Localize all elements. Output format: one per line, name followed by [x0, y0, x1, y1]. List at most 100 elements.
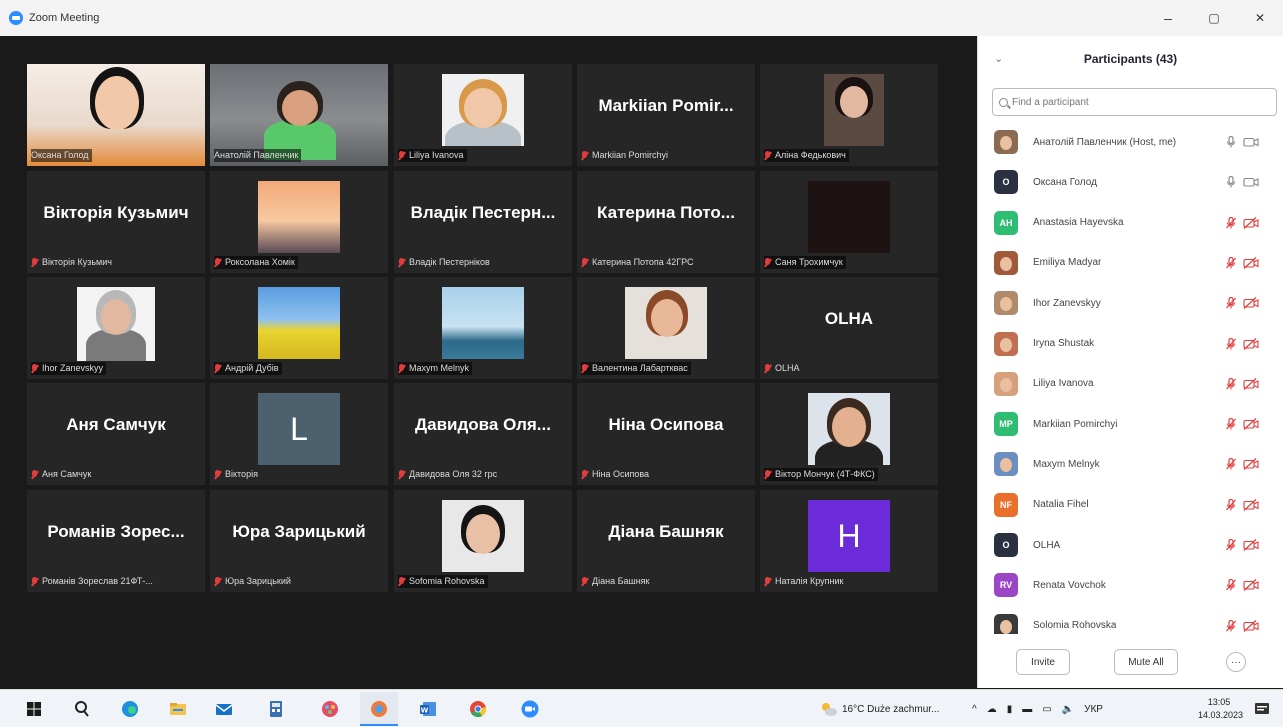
participant-row[interactable]: RV Renata Vovchok [978, 565, 1283, 605]
video-tile[interactable]: Саня Трохимчук [760, 171, 938, 273]
video-tile[interactable]: Діана Башняк Діана Башняк [577, 490, 755, 592]
mic-muted-icon[interactable] [1225, 619, 1237, 632]
video-tile[interactable]: OLHA OLHA [760, 277, 938, 379]
mic-muted-icon[interactable] [1225, 337, 1237, 350]
participant-name-label: Анатолій Павленчик [214, 149, 302, 162]
mic-muted-icon[interactable] [1225, 297, 1237, 309]
edge-browser-icon[interactable] [120, 699, 140, 719]
invite-button[interactable]: Invite [1016, 649, 1070, 675]
participant-row[interactable]: AH Anastasia Hayevska [978, 203, 1283, 243]
participant-name: Markiian Pomirchyi [1033, 418, 1118, 430]
mic-muted-icon[interactable] [1225, 377, 1237, 390]
video-tile[interactable]: Sofomia Rohovska [394, 490, 572, 592]
windows-start-icon[interactable] [24, 699, 44, 719]
mail-icon[interactable] [214, 699, 234, 719]
participant-row[interactable]: Liliya Ivanova [978, 364, 1283, 404]
video-off-icon[interactable] [1243, 418, 1259, 431]
video-off-icon[interactable] [1243, 377, 1259, 390]
video-off-icon[interactable] [1243, 256, 1259, 269]
minimize-button[interactable]: – [1145, 0, 1191, 36]
file-explorer-icon[interactable] [168, 699, 188, 719]
maximize-button[interactable]: ▢ [1191, 0, 1237, 36]
snip-tool-icon[interactable] [369, 699, 389, 719]
network-icon[interactable]: ▮ [1007, 704, 1013, 715]
video-off-icon[interactable] [1243, 297, 1259, 310]
video-tile[interactable]: Катерина Пото... Катерина Потопа 42ГРС [577, 171, 755, 273]
video-tile[interactable]: Роксолана Хомік [210, 171, 388, 273]
video-off-icon[interactable] [1243, 498, 1259, 511]
video-off-icon[interactable] [1243, 216, 1259, 229]
participant-row[interactable]: Анатолій Павленчик (Host, me) [978, 122, 1283, 162]
participant-row[interactable]: Emiliya Madyar [978, 243, 1283, 283]
video-off-icon[interactable] [1243, 579, 1259, 592]
mic-muted-icon[interactable] [1225, 579, 1237, 591]
mic-icon[interactable] [1225, 176, 1237, 188]
mic-muted-icon [398, 576, 405, 587]
participant-row[interactable]: Solomia Rohovska [978, 606, 1283, 634]
participant-row[interactable]: MP Markiian Pomirchyi [978, 404, 1283, 444]
video-tile[interactable]: Ніна Осипова Ніна Осипова [577, 383, 755, 485]
battery-icon[interactable]: ▬ [1022, 704, 1032, 715]
video-tile[interactable]: Liliya Ivanova [394, 64, 572, 166]
word-icon[interactable]: W [418, 699, 438, 719]
participant-row[interactable]: O OLHA [978, 525, 1283, 565]
video-off-icon[interactable] [1243, 458, 1259, 471]
notifications-icon[interactable] [1252, 699, 1272, 719]
close-button[interactable]: ✕ [1237, 0, 1283, 36]
video-tile[interactable]: Віктор Мончук (4Т-ФКС) [760, 383, 938, 485]
video-off-icon[interactable] [1243, 539, 1259, 551]
mic-muted-icon[interactable] [1225, 216, 1237, 229]
collapse-chevron-icon[interactable]: ⌄ [994, 52, 1003, 65]
participant-search-input[interactable] [1012, 96, 1252, 108]
display-icon[interactable]: ▭ [1042, 704, 1051, 715]
calculator-icon[interactable] [266, 699, 286, 719]
video-icon[interactable] [1243, 136, 1259, 148]
video-tile[interactable]: Ihor Zanevskyy [27, 277, 205, 379]
weather-widget[interactable]: 16°C Duże zachmur... [820, 690, 939, 727]
mic-icon[interactable] [1225, 136, 1237, 148]
video-off-icon[interactable] [1243, 337, 1259, 350]
mute-all-button[interactable]: Mute All [1114, 649, 1178, 675]
zoom-app-icon[interactable] [520, 699, 540, 719]
video-tile[interactable]: Аліна Федькович [760, 64, 938, 166]
video-tile[interactable]: Анатолій Павленчик [210, 64, 388, 166]
video-tile[interactable]: Валентина Лабартквас [577, 277, 755, 379]
paint-icon[interactable] [320, 699, 340, 719]
language-indicator[interactable]: УКР [1084, 704, 1103, 715]
video-tile[interactable]: Юра Зарицький Юра Зарицький [210, 490, 388, 592]
participant-list[interactable]: Анатолій Павленчик (Host, me) O Оксана Гол… [978, 122, 1283, 634]
video-tile[interactable]: Давидова Оля... Давидова Оля 32 грс [394, 383, 572, 485]
video-icon[interactable] [1243, 176, 1259, 188]
participant-row[interactable]: O Оксана Голод [978, 162, 1283, 202]
video-off-icon[interactable] [1243, 619, 1259, 632]
mic-muted-icon[interactable] [1225, 418, 1237, 430]
mic-muted-icon[interactable] [1225, 498, 1237, 511]
video-tile[interactable]: Аня Самчук Аня Самчук [27, 383, 205, 485]
mic-muted-icon[interactable] [1225, 458, 1237, 470]
video-tile[interactable]: Вікторія Кузьмич Вікторія Кузьмич [27, 171, 205, 273]
clock[interactable]: 13:05 14.03.2023 [1198, 696, 1243, 722]
video-tile[interactable]: Markiian Pomir... Markiian Pomirchyi [577, 64, 755, 166]
system-tray[interactable]: ^ ☁ ▮ ▬ ▭ 🔈 УКР [972, 690, 1103, 727]
video-tile[interactable]: Романів Зорес... Романів Зореслав 21ФТ-..… [27, 490, 205, 592]
participant-row[interactable]: Iryna Shustak [978, 324, 1283, 364]
tray-expand-icon[interactable]: ^ [972, 704, 977, 715]
chrome-icon[interactable] [468, 699, 488, 719]
video-tile[interactable]: Maxym Melnyk [394, 277, 572, 379]
participant-row[interactable]: Maxym Melnyk [978, 444, 1283, 484]
volume-icon[interactable]: 🔈 [1062, 704, 1074, 715]
participant-avatar [994, 452, 1018, 477]
participant-row[interactable]: Ihor Zanevskyy [978, 283, 1283, 323]
video-tile[interactable]: Оксана Голод [27, 64, 205, 166]
video-tile[interactable]: L Вікторія [210, 383, 388, 485]
participant-row[interactable]: NF Natalia Fihel [978, 485, 1283, 525]
video-tile[interactable]: H Наталія Крупник [760, 490, 938, 592]
participant-search[interactable] [992, 88, 1277, 116]
video-tile[interactable]: Владік Пестерн... Владік Пестерніков [394, 171, 572, 273]
video-tile[interactable]: Андрій Дубів [210, 277, 388, 379]
mic-muted-icon[interactable] [1225, 256, 1237, 269]
onedrive-icon[interactable]: ☁ [987, 704, 997, 715]
mic-muted-icon[interactable] [1225, 539, 1237, 551]
search-icon[interactable] [72, 699, 92, 719]
more-options-button[interactable]: ··· [1226, 652, 1246, 672]
